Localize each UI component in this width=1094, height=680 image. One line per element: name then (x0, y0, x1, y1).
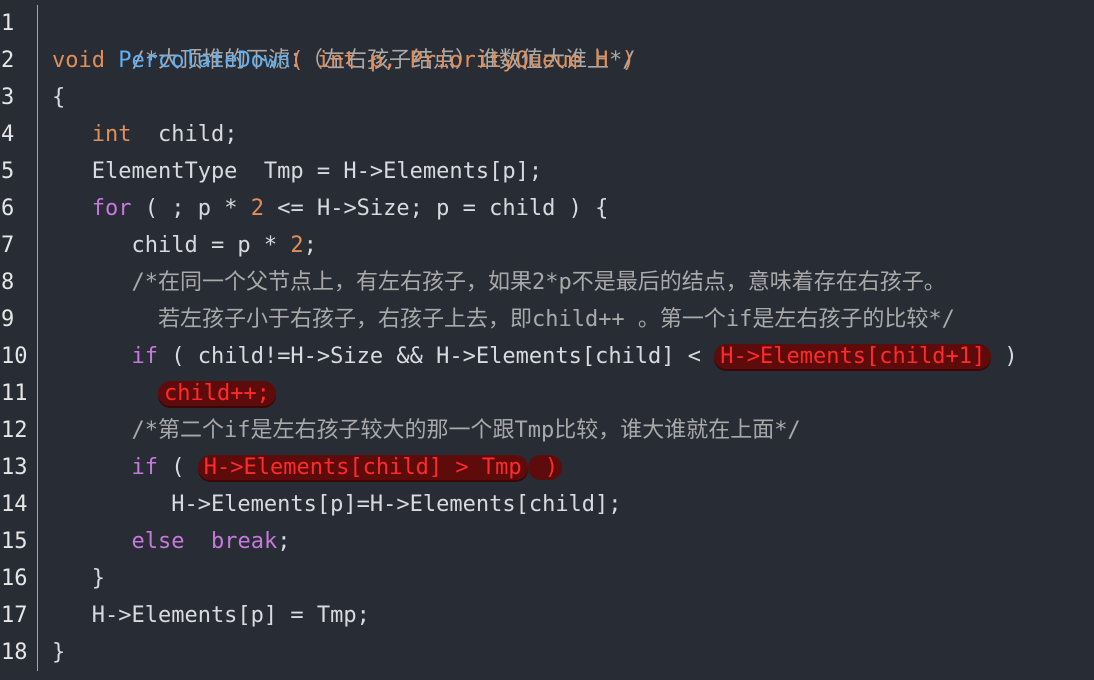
code-text: if ( H->Elements[child] > Tmp ) (38, 449, 563, 486)
param-text: H ) (581, 48, 635, 73)
line-number: 15 (0, 523, 38, 560)
line-number: 7 (0, 227, 38, 264)
code-line: 16 } (0, 560, 1094, 597)
code-fragment: ; (303, 233, 317, 258)
line-number: 4 (0, 116, 38, 153)
code-fragment: child; (131, 122, 238, 147)
code-text: 若左孩子小于右孩子，右孩子上去，即child++ 。第一个if是左右孩子的比较*… (38, 301, 955, 338)
code-text: if ( child!=H->Size && H->Elements[child… (38, 338, 1018, 375)
line-number: 11 (0, 375, 38, 412)
number-literal: 2 (250, 196, 264, 221)
type-name: PriorityQueue (409, 48, 582, 73)
code-text: child = p * 2; (38, 227, 317, 264)
line-number: 3 (0, 79, 38, 116)
code-line: 7 child = p * 2; (0, 227, 1094, 264)
code-text: { (38, 79, 65, 116)
line-number: 8 (0, 264, 38, 301)
code-text: /*大顶堆的下滤：（左右孩子结点）谁数值大谁上*/ (38, 5, 635, 73)
line-number: 10 (0, 338, 38, 375)
line-number: 18 (0, 634, 38, 671)
code-text: H->Elements[p]=H->Elements[child]; (38, 486, 622, 523)
number-literal: 2 (290, 233, 304, 258)
comment-text: /*第二个if是左右孩子较大的那一个跟Tmp比较，谁大谁就在上面*/ (52, 418, 801, 443)
comment-text: 若左孩子小于右孩子，右孩子上去，即child++ 。第一个if是左右孩子的比较*… (52, 307, 955, 332)
highlight-annotation: ) (527, 455, 563, 480)
brace: { (52, 85, 66, 110)
line-number: 16 (0, 560, 38, 597)
code-line: 12 /*第二个if是左右孩子较大的那一个跟Tmp比较，谁大谁就在上面*/ (0, 412, 1094, 449)
code-text: /*在同一个父节点上，有左右孩子，如果2*p不是最后的结点，意味着存在右孩子。 (38, 264, 946, 301)
code-text: H->Elements[p] = Tmp; (38, 597, 370, 634)
keyword: else (131, 529, 185, 554)
code-fragment: H->Elements[p]=H->Elements[child]; (52, 492, 622, 517)
code-text: ElementType Tmp = H->Elements[p]; (38, 153, 542, 190)
code-text: /*第二个if是左右孩子较大的那一个跟Tmp比较，谁大谁就在上面*/ (38, 412, 801, 449)
code-text: } (38, 560, 105, 597)
code-text: int child; (38, 116, 238, 153)
code-line: 2 void PercolateDown( int p, PriorityQue… (0, 42, 1094, 79)
code-fragment: ( ; p * (131, 196, 251, 221)
line-number: 5 (0, 153, 38, 190)
line-number: 2 (0, 42, 38, 79)
comment-text: /*在同一个父节点上，有左右孩子，如果2*p不是最后的结点，意味着存在右孩子。 (52, 270, 946, 295)
line-number: 6 (0, 190, 38, 227)
code-line: 5 ElementType Tmp = H->Elements[p]; (0, 153, 1094, 190)
code-line: 6 for ( ; p * 2 <= H->Size; p = child ) … (0, 190, 1094, 227)
punctuation: ( (290, 48, 317, 73)
code-fragment: ElementType Tmp = H->Elements[p]; (52, 159, 543, 184)
code-text: else break; (38, 523, 290, 560)
line-number: 13 (0, 449, 38, 486)
code-text: void PercolateDown( int p, PriorityQueue… (38, 42, 635, 79)
brace: } (52, 640, 66, 665)
code-line: 8 /*在同一个父节点上，有左右孩子，如果2*p不是最后的结点，意味着存在右孩子… (0, 264, 1094, 301)
code-line: 13 if ( H->Elements[child] > Tmp ) (0, 449, 1094, 486)
code-line: 9 若左孩子小于右孩子，右孩子上去，即child++ 。第一个if是左右孩子的比… (0, 301, 1094, 338)
code-text: child++; (38, 375, 276, 412)
keyword: if (131, 344, 158, 369)
code-line: 3 { (0, 79, 1094, 116)
keyword: for (91, 196, 132, 221)
code-line: 1 /*大顶堆的下滤：（左右孩子结点）谁数值大谁上*/ (0, 5, 1094, 73)
line-number: 12 (0, 412, 38, 449)
highlight-annotation: child++; (157, 381, 276, 406)
code-fragment: ( (157, 455, 198, 480)
param-text: p, (356, 48, 410, 73)
highlight-annotation: H->Elements[child+1] (714, 344, 992, 369)
code-line: 17 H->Elements[p] = Tmp; (0, 597, 1094, 634)
line-number: 17 (0, 597, 38, 634)
line-number: 9 (0, 301, 38, 338)
code-line: 11 child++; (0, 375, 1094, 412)
keyword: void (52, 48, 119, 73)
line-number: 14 (0, 486, 38, 523)
code-fragment: <= H->Size; p = child ) { (263, 196, 609, 221)
code-fragment: ( child!=H->Size && H->Elements[child] < (157, 344, 715, 369)
brace: } (52, 566, 105, 591)
code-line: 18 } (0, 634, 1094, 671)
function-name: PercolateDown (118, 48, 291, 73)
keyword: break (210, 529, 278, 554)
code-line: 4 int child; (0, 116, 1094, 153)
line-number: 1 (0, 5, 38, 42)
code-line: 10 if ( child!=H->Size && H->Elements[ch… (0, 338, 1094, 375)
code-line: 15 else break; (0, 523, 1094, 560)
keyword: if (131, 455, 158, 480)
keyword: int (91, 122, 132, 147)
code-fragment: ) (991, 344, 1018, 369)
code-editor[interactable]: 1 /*大顶堆的下滤：（左右孩子结点）谁数值大谁上*/ 2 void Perco… (0, 0, 1094, 680)
highlight-annotation: H->Elements[child] > Tmp (197, 455, 528, 480)
keyword: int (316, 48, 357, 73)
code-text: for ( ; p * 2 <= H->Size; p = child ) { (38, 190, 609, 227)
code-fragment: H->Elements[p] = Tmp; (52, 603, 370, 628)
code-line: 14 H->Elements[p]=H->Elements[child]; (0, 486, 1094, 523)
code-fragment: ; (277, 529, 291, 554)
code-text: } (38, 634, 65, 671)
code-fragment: child = p * (52, 233, 291, 258)
